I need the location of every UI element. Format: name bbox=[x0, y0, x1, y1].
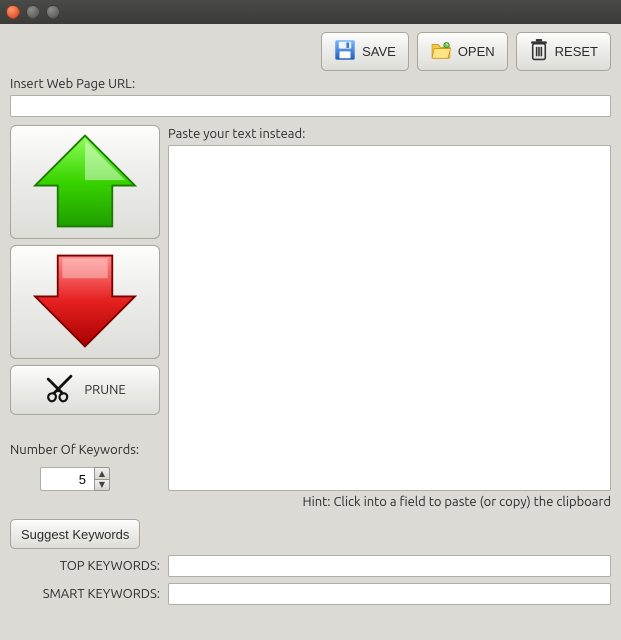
main-row: PRUNE Number Of Keywords: ▲ ▼ Paste your… bbox=[10, 125, 611, 491]
reset-button[interactable]: RESET bbox=[516, 32, 611, 71]
reset-button-label: RESET bbox=[555, 44, 598, 59]
smart-keywords-input[interactable] bbox=[168, 583, 611, 605]
left-column: PRUNE Number Of Keywords: ▲ ▼ bbox=[10, 125, 160, 491]
window-titlebar bbox=[0, 0, 621, 24]
shears-icon bbox=[44, 372, 78, 409]
num-keywords-spinner[interactable]: ▲ ▼ bbox=[40, 467, 112, 491]
save-button-label: SAVE bbox=[362, 44, 396, 59]
open-button-label: OPEN bbox=[458, 44, 495, 59]
hint-text: Hint: Click into a field to paste (or co… bbox=[10, 495, 611, 509]
num-keywords-label: Number Of Keywords: bbox=[10, 443, 160, 457]
app-window: SAVE OPEN bbox=[0, 24, 621, 640]
toolbar: SAVE OPEN bbox=[10, 32, 611, 71]
num-keywords-input[interactable] bbox=[40, 467, 94, 491]
prune-button-label: PRUNE bbox=[84, 383, 125, 397]
url-label: Insert Web Page URL: bbox=[10, 77, 611, 91]
url-input[interactable] bbox=[10, 95, 611, 117]
top-keywords-label: TOP KEYWORDS: bbox=[10, 559, 160, 573]
save-button[interactable]: SAVE bbox=[321, 32, 409, 71]
text-area-label: Paste your text instead: bbox=[168, 127, 611, 141]
floppy-disk-icon bbox=[334, 39, 356, 64]
move-down-button[interactable] bbox=[10, 245, 160, 359]
window-minimize-icon[interactable] bbox=[26, 5, 40, 19]
spinner-up-icon[interactable]: ▲ bbox=[94, 467, 110, 479]
spinner-down-icon[interactable]: ▼ bbox=[94, 479, 110, 492]
bottom-section: Suggest Keywords TOP KEYWORDS: SMART KEY… bbox=[10, 519, 611, 605]
prune-button[interactable]: PRUNE bbox=[10, 365, 160, 415]
arrow-up-icon bbox=[30, 131, 140, 234]
window-maximize-icon[interactable] bbox=[46, 5, 60, 19]
suggest-keywords-label: Suggest Keywords bbox=[21, 527, 129, 542]
trash-icon bbox=[529, 39, 549, 64]
folder-open-icon bbox=[430, 39, 452, 64]
suggest-keywords-button[interactable]: Suggest Keywords bbox=[10, 519, 140, 549]
open-button[interactable]: OPEN bbox=[417, 32, 508, 71]
arrow-down-icon bbox=[30, 251, 140, 354]
text-input-area[interactable] bbox=[168, 145, 611, 491]
top-keywords-input[interactable] bbox=[168, 555, 611, 577]
move-up-button[interactable] bbox=[10, 125, 160, 239]
smart-keywords-label: SMART KEYWORDS: bbox=[10, 587, 160, 601]
right-column: Paste your text instead: bbox=[168, 125, 611, 491]
window-close-icon[interactable] bbox=[6, 5, 20, 19]
